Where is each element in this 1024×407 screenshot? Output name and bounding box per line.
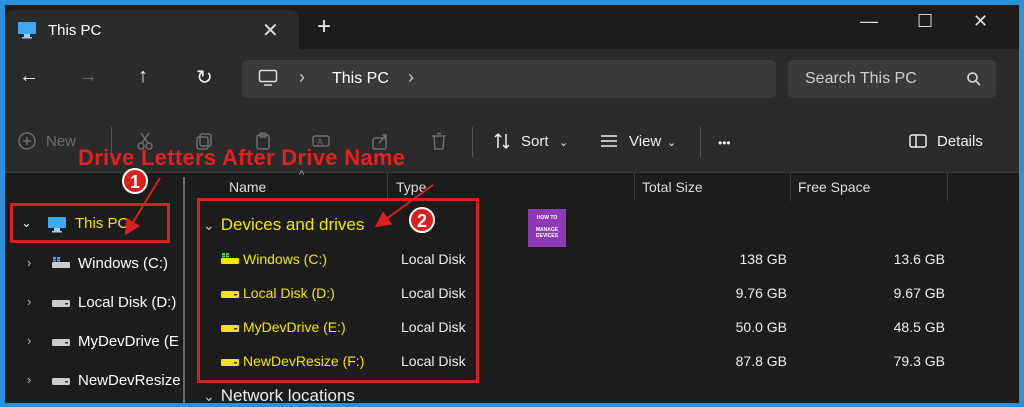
chevron-right-icon[interactable]: › [27, 333, 31, 348]
address-bar[interactable]: › This PC › [242, 60, 776, 98]
drive-total-size: 138 GB [739, 251, 787, 267]
tab-this-pc[interactable]: This PC ✕ [5, 10, 299, 49]
view-icon [601, 135, 617, 147]
maximize-button[interactable]: ☐ [917, 11, 933, 32]
monitor-icon [258, 69, 278, 86]
delete-icon[interactable] [429, 131, 449, 151]
sidebar-item-label: Local Disk (D:) [78, 294, 177, 311]
drive-total-size: 50.0 GB [735, 319, 787, 335]
breadcrumb-separator[interactable]: › [408, 67, 414, 88]
drive-free-space: 13.6 GB [893, 251, 945, 267]
annotation-badge-2: 2 [409, 207, 435, 233]
windows-drive-icon [52, 257, 70, 268]
nav-scrollbar[interactable] [183, 177, 185, 403]
search-box[interactable]: Search This PC [788, 60, 996, 98]
view-chevron-icon[interactable]: ⌄ [667, 136, 676, 149]
column-header-total-size[interactable]: Total Size [642, 179, 703, 195]
sidebar-item-newdevresize-f[interactable]: › NewDevResize [5, 365, 181, 397]
breadcrumb-this-pc[interactable]: This PC [332, 70, 389, 88]
refresh-button[interactable]: ↻ [196, 65, 213, 90]
minimize-button[interactable]: — [860, 11, 878, 32]
details-pane-icon [909, 134, 927, 148]
sort-chevron-icon[interactable]: ⌄ [559, 136, 568, 149]
sidebar-item-label: MyDevDrive (E [78, 333, 179, 350]
watermark-logo: HOW TO MANAGE DEVICES [528, 209, 566, 247]
drive-icon [52, 339, 70, 346]
drive-total-size: 87.8 GB [735, 353, 787, 369]
annotation-title: Drive Letters After Drive Name [78, 145, 406, 170]
new-button[interactable]: New [46, 133, 76, 150]
drive-free-space: 79.3 GB [893, 353, 945, 369]
search-icon [967, 72, 981, 86]
group-network-locations[interactable]: ⌄ Network locations [203, 386, 355, 403]
chevron-down-icon[interactable]: ⌄ [203, 388, 215, 403]
address-row: ← → ↑ ↻ › This PC › Search This PC [5, 49, 1019, 109]
chevron-right-icon[interactable]: › [27, 294, 31, 309]
annotation-badge-1: 1 [122, 168, 148, 194]
view-button[interactable]: View [629, 133, 661, 150]
chevron-down-icon[interactable]: ⌄ [21, 215, 32, 231]
annotation-box-devices [197, 198, 479, 383]
sidebar-item-windows-c[interactable]: › Windows (C:) [5, 248, 181, 280]
column-divider[interactable] [387, 173, 388, 201]
tab-title: This PC [48, 22, 102, 39]
sidebar-item-this-pc[interactable]: ⌄ This PC [10, 203, 170, 243]
column-divider[interactable] [947, 173, 948, 201]
drive-icon [52, 378, 70, 385]
new-tab-button[interactable]: + [317, 15, 331, 39]
logo-line: HOW TO [536, 215, 558, 221]
title-bar: This PC ✕ + — ☐ ✕ [5, 5, 1019, 49]
file-explorer-window: This PC ✕ + — ☐ ✕ ← → ↑ ↻ › This PC › Se… [5, 5, 1019, 403]
search-placeholder: Search This PC [805, 70, 917, 87]
drive-free-space: 48.5 GB [893, 319, 945, 335]
column-divider[interactable] [634, 173, 635, 201]
up-button[interactable]: ↑ [138, 65, 148, 88]
chevron-right-icon[interactable]: › [27, 255, 31, 270]
details-button[interactable]: Details [937, 133, 983, 150]
sidebar-item-label: This PC [75, 215, 129, 232]
sidebar-item-label: Windows (C:) [78, 255, 169, 272]
sidebar-item-label: NewDevResize [78, 372, 181, 389]
close-tab-icon[interactable]: ✕ [262, 18, 279, 43]
more-options-button[interactable]: ••• [718, 136, 731, 150]
back-button[interactable]: ← [19, 65, 39, 88]
close-window-button[interactable]: ✕ [973, 11, 988, 32]
divider [700, 127, 701, 157]
sidebar-item-local-disk-d[interactable]: › Local Disk (D:) [5, 287, 181, 319]
column-divider[interactable] [790, 173, 791, 201]
breadcrumb-separator[interactable]: › [299, 67, 305, 88]
group-label: Network locations [220, 386, 355, 403]
new-icon [18, 132, 36, 150]
monitor-icon [18, 22, 36, 39]
content-pane: Name ^ Type Total Size Free Space ⌄ Devic… [187, 169, 1019, 403]
drive-free-space: 9.67 GB [893, 285, 945, 301]
chevron-right-icon[interactable]: › [27, 372, 31, 387]
monitor-icon [48, 217, 66, 233]
sidebar-item-mydevdrive-e[interactable]: › MyDevDrive (E [5, 326, 181, 358]
sort-button[interactable]: Sort [521, 133, 549, 150]
column-header-free-space[interactable]: Free Space [798, 179, 870, 195]
forward-button[interactable]: → [78, 65, 98, 88]
divider [472, 127, 473, 157]
column-header-type[interactable]: Type [396, 179, 426, 195]
column-header-name[interactable]: Name [229, 179, 266, 195]
logo-line: DEVICES [536, 233, 558, 239]
drive-icon [52, 300, 70, 307]
sort-icon [494, 132, 510, 150]
drive-total-size: 9.76 GB [735, 285, 787, 301]
